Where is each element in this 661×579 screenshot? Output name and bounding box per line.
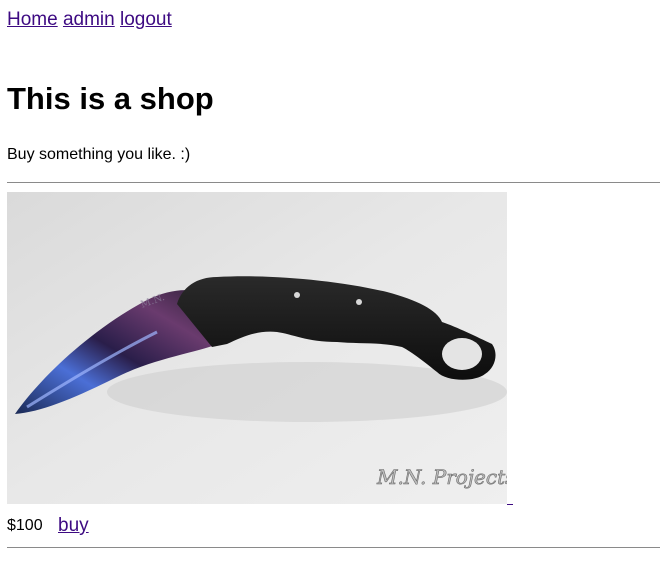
buy-link[interactable]: buy <box>58 514 89 538</box>
nav-logout-link[interactable]: logout <box>120 9 172 30</box>
product-image-link[interactable]: M.N. M.N. Projects <box>7 192 507 504</box>
divider-bottom <box>7 547 660 548</box>
page-tagline: Buy something you like. :) <box>7 146 191 163</box>
divider-top <box>7 182 660 183</box>
nav-admin-link[interactable]: admin <box>63 9 115 30</box>
nav-home-link[interactable]: Home <box>7 9 58 30</box>
image-link-underline <box>507 504 513 505</box>
product-price: $100 <box>7 517 43 534</box>
watermark: M.N. Projects <box>376 465 507 489</box>
page-title: This is a shop <box>7 81 214 116</box>
karambit-knife-image: M.N. M.N. Projects <box>7 192 507 504</box>
top-nav: Home admin logout <box>7 8 172 32</box>
